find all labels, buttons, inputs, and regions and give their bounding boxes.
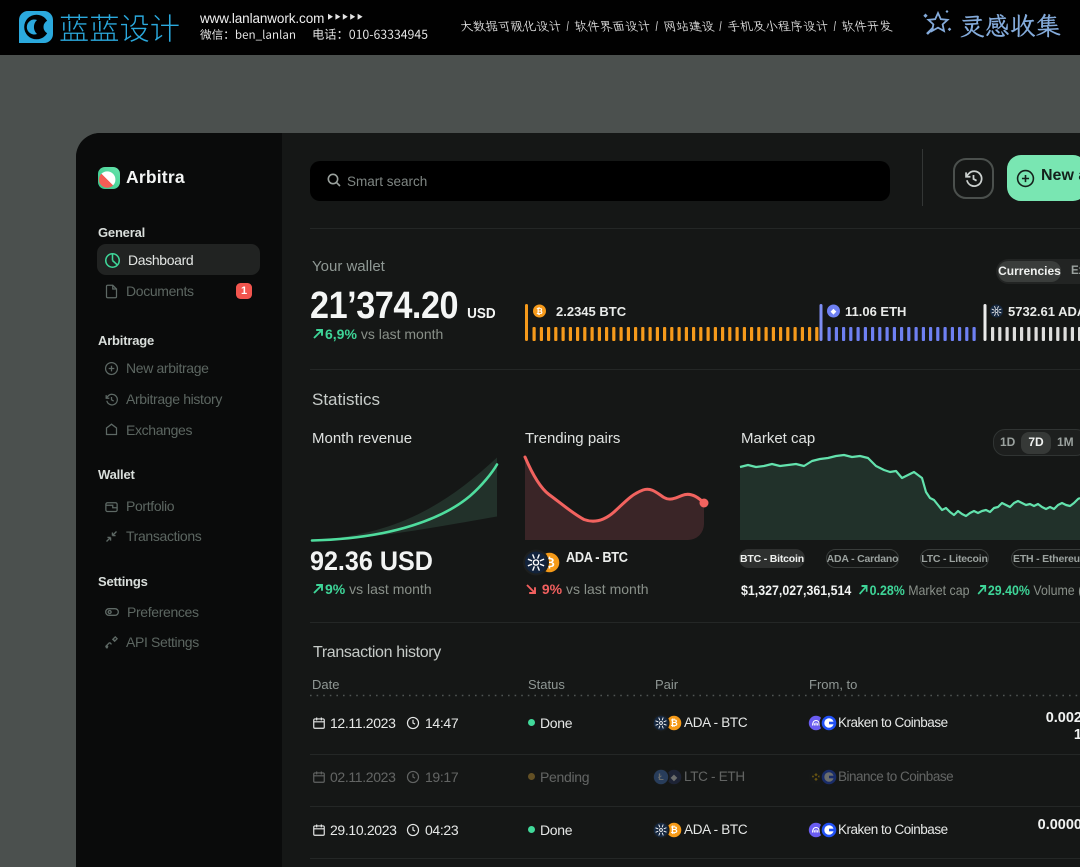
svg-text:◆: ◆: [830, 309, 837, 316]
svg-text:◆: ◆: [670, 773, 678, 782]
svg-text:Ł: Ł: [658, 772, 664, 782]
svg-text:₿: ₿: [670, 825, 677, 835]
svg-text:₿: ₿: [670, 718, 677, 728]
svg-text:₿: ₿: [536, 307, 543, 316]
